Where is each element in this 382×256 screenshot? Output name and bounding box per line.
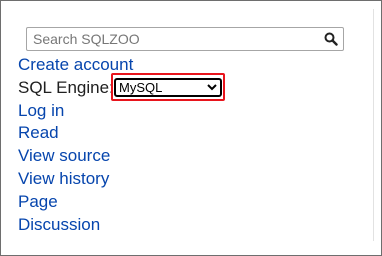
- panel-edge: [373, 9, 378, 241]
- create-account-link[interactable]: Create account: [18, 55, 133, 74]
- read-link[interactable]: Read: [18, 123, 59, 142]
- log-in-link[interactable]: Log in: [18, 101, 64, 120]
- chevron-down-icon: [207, 84, 217, 91]
- search-icon[interactable]: [324, 32, 338, 46]
- sql-engine-label: SQL Engine:: [18, 77, 114, 97]
- search-input[interactable]: [27, 28, 323, 50]
- discussion-link[interactable]: Discussion: [18, 215, 100, 234]
- view-history-link[interactable]: View history: [18, 169, 109, 188]
- search-box[interactable]: [26, 27, 344, 51]
- page-link[interactable]: Page: [18, 192, 58, 211]
- view-source-link[interactable]: View source: [18, 146, 110, 165]
- sql-engine-select[interactable]: MySQL: [114, 78, 222, 97]
- sql-engine-selected-value: MySQL: [119, 80, 163, 95]
